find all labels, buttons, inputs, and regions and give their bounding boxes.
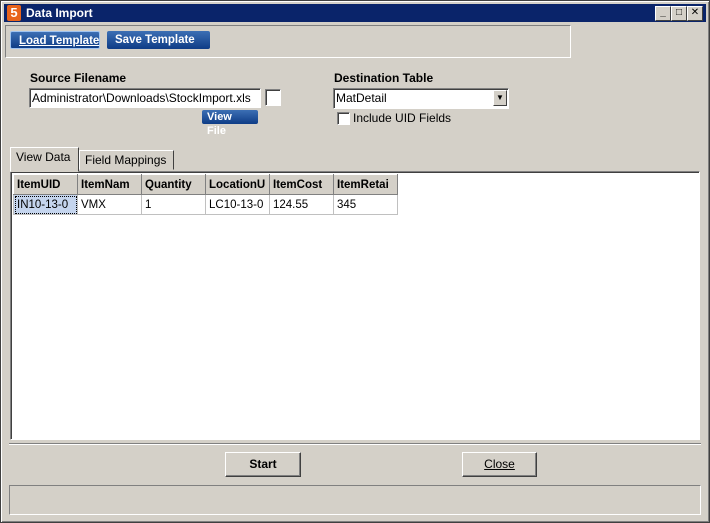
destination-selected-value: MatDetail (336, 91, 387, 105)
destination-table-select[interactable]: MatDetail ▼ (333, 88, 509, 109)
grid-cell[interactable]: IN10-13-0 (13, 194, 78, 215)
minimize-button[interactable]: _ (655, 6, 671, 21)
grid-cell[interactable]: 124.55 (269, 194, 334, 215)
source-filename-input[interactable]: Administrator\Downloads\StockImport.xls (29, 88, 261, 108)
table-row[interactable]: IN10-13-0 VMX 1 LC10-13-0 124.55 345 (13, 194, 398, 215)
window-title: Data Import (26, 6, 93, 20)
template-toolbar: Load Template Save Template (5, 25, 571, 58)
save-template-button[interactable]: Save Template (107, 31, 210, 49)
start-button[interactable]: Start (225, 452, 301, 477)
tab-field-mappings[interactable]: Field Mappings (79, 150, 174, 170)
include-uid-checkbox[interactable] (337, 112, 350, 125)
view-file-button[interactable]: View File (202, 110, 258, 137)
title-bar[interactable]: 5 Data Import _ □ ✕ (4, 4, 706, 22)
column-header[interactable]: ItemUID (13, 174, 78, 195)
destination-table-label: Destination Table (334, 71, 434, 85)
app-icon: 5 (7, 5, 21, 21)
tab-view-data[interactable]: View Data (10, 147, 79, 172)
source-filename-label: Source Filename (30, 71, 127, 85)
grid-cell[interactable]: LC10-13-0 (205, 194, 270, 215)
view-data-panel: ItemUID ItemNam Quantity LocationU ItemC… (10, 171, 700, 440)
grid-cell[interactable]: 1 (141, 194, 206, 215)
browse-button[interactable] (265, 89, 281, 106)
grid-cell[interactable]: VMX (77, 194, 142, 215)
maximize-button[interactable]: □ (671, 6, 687, 21)
column-header[interactable]: Quantity (141, 174, 206, 195)
load-template-button[interactable]: Load Template (10, 31, 100, 49)
data-grid: ItemUID ItemNam Quantity LocationU ItemC… (13, 174, 398, 215)
include-uid-label: Include UID Fields (353, 111, 452, 125)
close-button[interactable]: Close (462, 452, 537, 477)
chevron-down-icon[interactable]: ▼ (493, 90, 507, 106)
divider (9, 443, 701, 445)
column-header[interactable]: ItemCost (269, 174, 334, 195)
grid-header-row: ItemUID ItemNam Quantity LocationU ItemC… (13, 174, 398, 195)
data-import-window: 5 Data Import _ □ ✕ Load Template Save T… (0, 0, 710, 523)
column-header[interactable]: LocationU (205, 174, 270, 195)
grid-cell[interactable]: 345 (333, 194, 398, 215)
status-bar (9, 485, 701, 515)
close-window-button[interactable]: ✕ (687, 6, 703, 21)
column-header[interactable]: ItemRetai (333, 174, 398, 195)
column-header[interactable]: ItemNam (77, 174, 142, 195)
